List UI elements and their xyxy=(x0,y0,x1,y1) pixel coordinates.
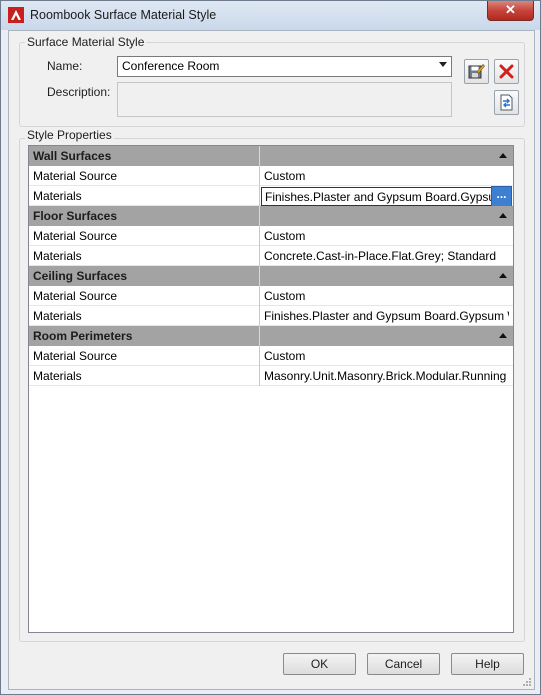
property-row[interactable]: Material Source Custom xyxy=(29,346,513,366)
dialog-client: Surface Material Style Name: Conference … xyxy=(8,30,535,690)
description-label: Description: xyxy=(47,85,111,99)
column-divider xyxy=(259,366,260,386)
property-name: Materials xyxy=(33,369,82,383)
category-row[interactable]: Ceiling Surfaces xyxy=(29,266,513,286)
name-combobox-value: Conference Room xyxy=(122,59,220,73)
materials-edit-field[interactable]: Finishes.Plaster and Gypsum Board.Gypsum xyxy=(261,187,509,206)
property-value[interactable]: Custom xyxy=(264,169,509,183)
property-value[interactable]: Concrete.Cast-in-Place.Flat.Grey; Standa… xyxy=(264,249,509,263)
property-row[interactable]: Materials Masonry.Unit.Masonry.Brick.Mod… xyxy=(29,366,513,386)
collapse-icon[interactable] xyxy=(499,153,507,158)
property-name: Material Source xyxy=(33,289,118,303)
property-name: Materials xyxy=(33,189,82,203)
column-divider xyxy=(259,286,260,306)
property-value[interactable]: Custom xyxy=(264,349,509,363)
resize-grip-icon[interactable] xyxy=(522,677,532,687)
property-row[interactable]: Materials Finishes.Plaster and Gypsum Bo… xyxy=(29,186,513,207)
property-row[interactable]: Materials Finishes.Plaster and Gypsum Bo… xyxy=(29,306,513,326)
style-properties-group-label: Style Properties xyxy=(25,128,114,142)
column-divider xyxy=(259,146,260,166)
close-button[interactable]: ✕ xyxy=(487,1,534,21)
column-divider xyxy=(259,166,260,186)
window-title: Roombook Surface Material Style xyxy=(30,8,217,22)
materials-edit-value: Finishes.Plaster and Gypsum Board.Gypsum xyxy=(265,190,506,204)
property-name: Materials xyxy=(33,249,82,263)
column-divider xyxy=(259,306,260,326)
name-combobox[interactable]: Conference Room xyxy=(117,56,452,77)
property-name: Material Source xyxy=(33,229,118,243)
property-value[interactable]: Custom xyxy=(264,229,509,243)
property-value[interactable]: Masonry.Unit.Masonry.Brick.Modular.Runni… xyxy=(264,369,509,383)
property-row[interactable]: Material Source Custom xyxy=(29,166,513,186)
column-divider xyxy=(259,246,260,266)
title-bar[interactable]: Roombook Surface Material Style ✕ xyxy=(1,1,540,30)
column-divider xyxy=(259,346,260,366)
help-button[interactable]: Help xyxy=(451,653,524,675)
save-edit-icon xyxy=(468,64,485,79)
collapse-icon[interactable] xyxy=(499,213,507,218)
property-row[interactable]: Materials Concrete.Cast-in-Place.Flat.Gr… xyxy=(29,246,513,266)
import-export-button[interactable] xyxy=(494,90,519,115)
dialog-window: Roombook Surface Material Style ✕ Surfac… xyxy=(0,0,541,695)
category-row[interactable]: Wall Surfaces xyxy=(29,146,513,166)
chevron-down-icon[interactable] xyxy=(439,62,447,67)
import-export-icon xyxy=(500,94,513,111)
save-edit-button[interactable] xyxy=(464,59,489,84)
description-field[interactable] xyxy=(117,82,452,117)
property-name: Material Source xyxy=(33,349,118,363)
category-row[interactable]: Room Perimeters xyxy=(29,326,513,346)
category-name: Wall Surfaces xyxy=(33,149,112,163)
ok-button[interactable]: OK xyxy=(283,653,356,675)
column-divider xyxy=(259,326,260,346)
property-value[interactable]: Custom xyxy=(264,289,509,303)
property-value[interactable]: Finishes.Plaster and Gypsum Board.Gypsum… xyxy=(264,309,509,323)
category-name: Room Perimeters xyxy=(33,329,133,343)
name-label: Name: xyxy=(47,59,83,73)
property-name: Materials xyxy=(33,309,82,323)
column-divider xyxy=(259,226,260,246)
delete-button[interactable] xyxy=(494,59,519,84)
cancel-button[interactable]: Cancel xyxy=(367,653,440,675)
property-grid: Wall Surfaces Material Source Custom Mat… xyxy=(28,145,514,633)
category-row[interactable]: Floor Surfaces xyxy=(29,206,513,226)
property-name: Material Source xyxy=(33,169,118,183)
collapse-icon[interactable] xyxy=(499,333,507,338)
property-row[interactable]: Material Source Custom xyxy=(29,286,513,306)
surface-material-group-label: Surface Material Style xyxy=(25,35,147,49)
collapse-icon[interactable] xyxy=(499,273,507,278)
browse-ellipsis-button[interactable]: ... xyxy=(491,186,512,207)
column-divider xyxy=(259,266,260,286)
autocad-logo-icon xyxy=(8,7,24,23)
column-divider xyxy=(259,186,260,206)
category-name: Floor Surfaces xyxy=(33,209,118,223)
category-name: Ceiling Surfaces xyxy=(33,269,128,283)
column-divider xyxy=(259,206,260,226)
delete-icon xyxy=(499,64,514,79)
property-row[interactable]: Material Source Custom xyxy=(29,226,513,246)
